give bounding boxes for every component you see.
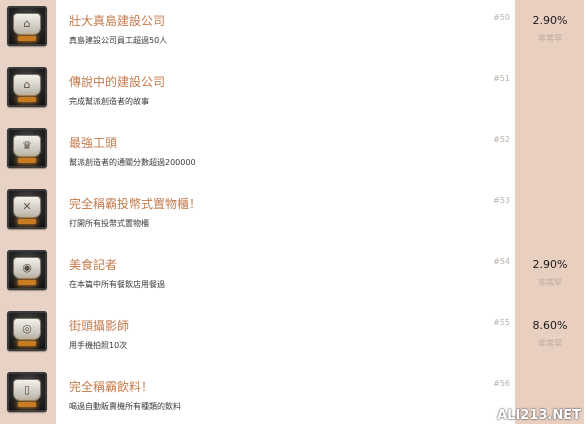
badge-glow-base — [18, 402, 36, 407]
achievement-number: #51 — [493, 74, 510, 83]
achievement-number: #50 — [493, 13, 510, 22]
achievement-badge-icon: ▯ — [7, 372, 47, 412]
achievement-rarity: 非常罕 — [538, 339, 562, 348]
achievement-percent: 8.60% — [532, 319, 568, 332]
achievement-description: 打開所有投幣式置物櫃 — [69, 219, 149, 228]
achievement-description: 幫派創造者的通關分數超過200000 — [69, 158, 196, 167]
badge-glow-base — [18, 158, 36, 163]
achievement-number: #53 — [493, 196, 510, 205]
site-watermark: ALI213.NET — [497, 408, 581, 423]
achievement-title: 壯大真島建設公司 — [69, 14, 166, 28]
achievement-title: 街頭攝影師 — [69, 319, 130, 333]
achievement-row[interactable]: ⌂ 傳說中的建設公司 完成幫派創造者的故事 #51 — [0, 61, 584, 122]
badge-glow-base — [18, 280, 36, 285]
badge-glow-base — [18, 97, 36, 102]
achievement-row[interactable]: ⌂ 壯大真島建設公司 真島建設公司員工超過50人 #50 2.90% 非常罕 — [0, 0, 584, 61]
achievement-number: #52 — [493, 135, 510, 144]
achievement-row[interactable]: ◉ 美食記者 在本篇中所有餐飲店用餐過 #54 2.90% 非常罕 — [0, 244, 584, 305]
building-icon: ⌂ — [23, 78, 31, 91]
achievement-title: 最強工頭 — [69, 136, 118, 150]
achievement-badge-icon: ✕ — [7, 189, 47, 229]
achievement-badge-icon: ◉ — [7, 250, 47, 290]
achievement-percent: 2.90% — [532, 258, 568, 271]
food-icon: ◉ — [22, 261, 32, 274]
achievement-badge-icon: ⌂ — [7, 67, 47, 107]
achievement-number: #54 — [493, 257, 510, 266]
achievement-badge-icon: ♛ — [7, 128, 47, 168]
achievement-description: 完成幫派創造者的故事 — [69, 97, 149, 106]
achievement-badge-icon: ◎ — [7, 311, 47, 351]
achievement-row[interactable]: ✕ 完全稱霸投幣式置物櫃！ 打開所有投幣式置物櫃 #53 — [0, 183, 584, 244]
drink-icon: ▯ — [23, 383, 31, 396]
achievement-description: 在本篇中所有餐飲店用餐過 — [69, 280, 165, 289]
achievement-description: 喝過自動販賣機所有種類的飲料 — [69, 402, 181, 411]
achievement-title: 完全稱霸飲料！ — [69, 380, 154, 394]
achievement-badge-icon: ⌂ — [7, 6, 47, 46]
achievement-description: 用手機拍照10次 — [69, 341, 128, 350]
achievement-row[interactable]: ♛ 最強工頭 幫派創造者的通關分數超過200000 #52 — [0, 122, 584, 183]
achievement-rarity: 非常罕 — [538, 278, 562, 287]
badge-glow-base — [18, 219, 36, 224]
trophy-icon: ♛ — [22, 139, 32, 152]
camera-icon: ◎ — [22, 322, 32, 335]
achievement-number: #56 — [493, 379, 510, 388]
building-icon: ⌂ — [23, 17, 31, 30]
achievement-row[interactable]: ◎ 街頭攝影師 用手機拍照10次 #55 8.60% 非常罕 — [0, 305, 584, 366]
achievement-title: 完全稱霸投幣式置物櫃！ — [69, 197, 202, 211]
achievement-description: 真島建設公司員工超過50人 — [69, 36, 168, 45]
achievement-rarity: 非常罕 — [538, 34, 562, 43]
badge-glow-base — [18, 341, 36, 346]
achievement-title: 傳說中的建設公司 — [69, 75, 166, 89]
key-icon: ✕ — [22, 200, 32, 213]
achievement-title: 美食記者 — [69, 258, 118, 272]
achievement-list-page: ⌂ 壯大真島建設公司 真島建設公司員工超過50人 #50 2.90% 非常罕 ⌂… — [0, 0, 584, 424]
achievement-percent: 2.90% — [532, 14, 568, 27]
achievement-number: #55 — [493, 318, 510, 327]
badge-glow-base — [18, 36, 36, 41]
